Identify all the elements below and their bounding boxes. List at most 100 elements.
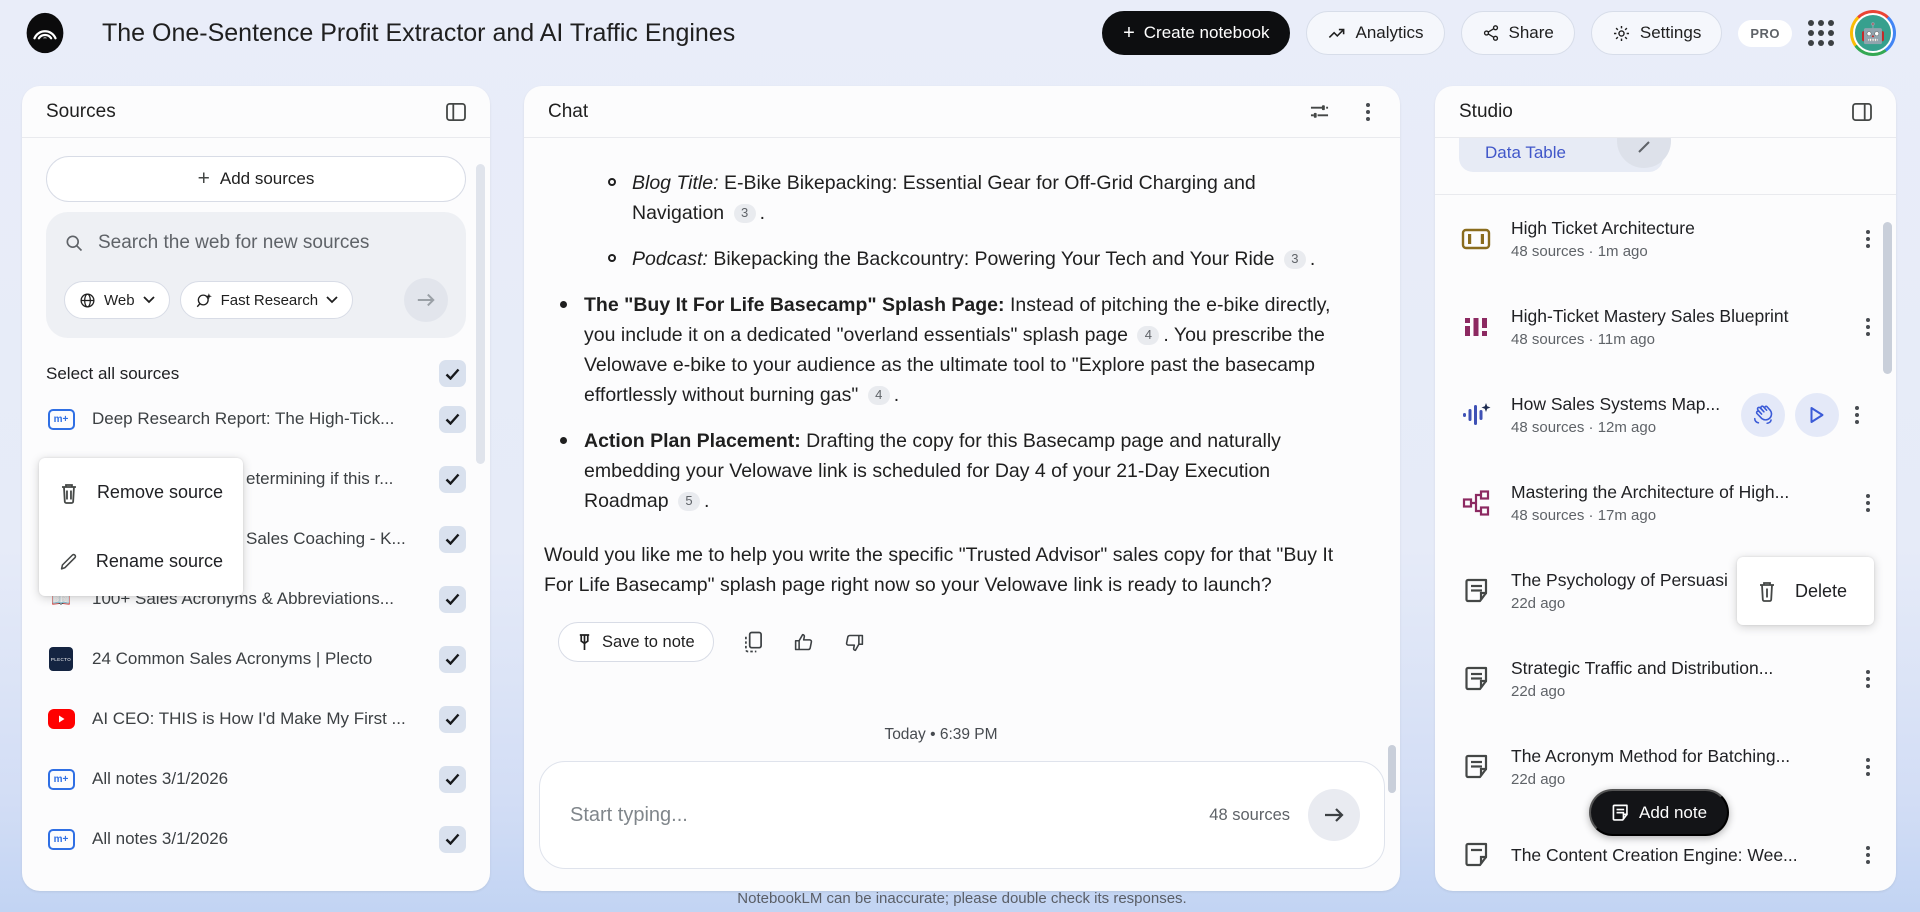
thumbs-up-icon[interactable] — [793, 632, 814, 653]
studio-panel: Studio Data Table High Ticket Architectu… — [1435, 86, 1896, 891]
studio-item-menu-icon[interactable] — [1860, 752, 1876, 782]
interactive-mode-button[interactable] — [1741, 393, 1785, 437]
studio-item-context-menu: Delete — [1737, 557, 1874, 625]
studio-item-menu-icon[interactable] — [1860, 224, 1876, 254]
research-mode-dropdown[interactable]: Fast Research — [179, 281, 354, 319]
studio-item[interactable]: High-Ticket Mastery Sales Blueprint 48 s… — [1435, 283, 1896, 371]
sources-panel: Sources + Add sources Search the web for… — [22, 86, 490, 891]
add-note-button[interactable]: Add note — [1589, 789, 1730, 836]
citation-chip[interactable]: 3 — [1283, 249, 1306, 269]
note-icon — [1459, 754, 1493, 780]
search-submit-button[interactable] — [404, 278, 448, 322]
copy-icon[interactable] — [744, 631, 763, 653]
web-source-dropdown[interactable]: Web — [64, 281, 170, 319]
source-row[interactable]: AI CEO: THIS is How I'd Make My First ..… — [22, 689, 490, 749]
chat-input[interactable] — [570, 803, 1210, 827]
source-checkbox[interactable] — [439, 525, 466, 553]
studio-panel-title: Studio — [1459, 100, 1513, 122]
fast-research-icon — [196, 293, 212, 308]
source-row[interactable]: m+ All notes 3/1/2026 — [22, 809, 490, 869]
notebooklm-note-icon: m+ — [47, 408, 75, 430]
analytics-button[interactable]: Analytics — [1306, 11, 1445, 55]
trash-icon — [61, 483, 76, 504]
studio-item[interactable]: How Sales Systems Map... 48 sources · 12… — [1435, 371, 1896, 459]
bar-chart-icon — [1459, 314, 1493, 340]
citation-chip[interactable]: 4 — [867, 385, 890, 405]
select-all-row: Select all sources — [22, 352, 490, 389]
collapse-studio-panel-icon[interactable] — [1852, 102, 1872, 121]
chevron-down-icon — [326, 296, 338, 304]
sources-panel-title: Sources — [46, 100, 116, 122]
source-context-menu: Remove source Rename source — [39, 458, 243, 596]
chat-bullet: The "Buy It For Life Basecamp" Splash Pa… — [544, 290, 1338, 410]
chat-settings-icon[interactable] — [1309, 102, 1330, 121]
sources-scrollbar[interactable] — [476, 164, 485, 464]
search-input[interactable] — [98, 232, 428, 254]
disclaimer-text: NotebookLM can be inaccurate; please dou… — [737, 890, 1187, 907]
studio-item[interactable]: Mastering the Architecture of High... 48… — [1435, 459, 1896, 547]
studio-item-menu-icon[interactable] — [1860, 312, 1876, 342]
waving-hand-icon — [1753, 405, 1773, 425]
source-row[interactable]: m+ Deep Research Report: The High-Tick..… — [22, 389, 490, 449]
studio-item-menu-icon[interactable] — [1849, 400, 1865, 430]
plus-icon: + — [197, 167, 210, 190]
source-checkbox[interactable] — [439, 765, 466, 793]
source-checkbox[interactable] — [439, 645, 466, 673]
audio-waveform-icon — [1459, 400, 1493, 430]
source-checkbox[interactable] — [439, 705, 466, 733]
select-all-checkbox[interactable] — [439, 360, 466, 387]
studio-item[interactable]: Strategic Traffic and Distribution... 22… — [1435, 635, 1896, 723]
trash-icon — [1760, 582, 1774, 602]
source-checkbox[interactable] — [439, 825, 466, 853]
share-button[interactable]: Share — [1460, 11, 1575, 55]
collapse-sources-panel-icon[interactable] — [446, 102, 466, 121]
studio-item-menu-icon[interactable] — [1860, 840, 1876, 870]
notebooklm-app: The One-Sentence Profit Extractor and AI… — [0, 0, 1920, 912]
studio-item-menu-icon[interactable] — [1860, 664, 1876, 694]
play-audio-button[interactable] — [1795, 393, 1839, 437]
select-all-label: Select all sources — [46, 363, 180, 383]
notebooklm-note-icon: m+ — [47, 768, 75, 790]
source-checkbox[interactable] — [439, 405, 466, 433]
rename-source-menu-item[interactable]: Rename source — [39, 527, 243, 596]
citation-chip[interactable]: 3 — [733, 203, 756, 223]
apps-grid-icon[interactable] — [1808, 20, 1834, 46]
chat-scrollbar[interactable] — [1388, 745, 1396, 793]
note-icon — [1459, 666, 1493, 692]
remove-source-menu-item[interactable]: Remove source — [39, 458, 243, 527]
chevron-down-icon — [142, 296, 155, 304]
chat-timestamp: Today • 6:39 PM — [884, 726, 998, 743]
add-sources-button[interactable]: + Add sources — [46, 156, 466, 202]
studio-scrollbar[interactable] — [1883, 222, 1892, 374]
play-icon — [1810, 407, 1824, 423]
notebook-title[interactable]: The One-Sentence Profit Extractor and AI… — [102, 19, 735, 48]
chat-sub-bullet: Podcast: Bikepacking the Backcountry: Po… — [592, 244, 1338, 274]
settings-button[interactable]: Settings — [1590, 11, 1723, 55]
youtube-icon — [47, 709, 75, 729]
save-to-note-button[interactable]: Save to note — [558, 622, 714, 662]
chat-more-menu-icon[interactable] — [1360, 97, 1376, 127]
avatar[interactable]: 🤖 — [1850, 10, 1896, 56]
chat-sources-count: 48 sources — [1209, 805, 1290, 824]
chat-send-button[interactable] — [1308, 789, 1360, 841]
share-icon — [1483, 25, 1498, 41]
note-icon — [1459, 842, 1493, 868]
search-icon — [66, 235, 83, 252]
studio-item-menu-icon[interactable] — [1860, 488, 1876, 518]
source-checkbox[interactable] — [439, 465, 466, 493]
citation-chip[interactable]: 5 — [677, 491, 700, 511]
create-notebook-button[interactable]: + Create notebook — [1102, 11, 1291, 55]
studio-item[interactable]: High Ticket Architecture 48 sources · 1m… — [1435, 195, 1896, 283]
notebooklm-logo-icon[interactable] — [24, 12, 66, 54]
source-row[interactable]: PLECTO 24 Common Sales Acronyms | Plecto — [22, 629, 490, 689]
thumbs-down-icon[interactable] — [844, 632, 865, 653]
citation-chip[interactable]: 4 — [1137, 325, 1160, 345]
note-icon — [1612, 804, 1628, 821]
plecto-logo-icon: PLECTO — [49, 647, 73, 671]
chat-actions-row: Save to note — [558, 622, 1338, 662]
source-row[interactable]: m+ All notes 3/1/2026 — [22, 749, 490, 809]
globe-icon — [80, 292, 95, 308]
delete-menu-item[interactable]: Delete — [1737, 557, 1874, 625]
source-checkbox[interactable] — [439, 585, 466, 613]
pencil-icon — [60, 553, 77, 570]
